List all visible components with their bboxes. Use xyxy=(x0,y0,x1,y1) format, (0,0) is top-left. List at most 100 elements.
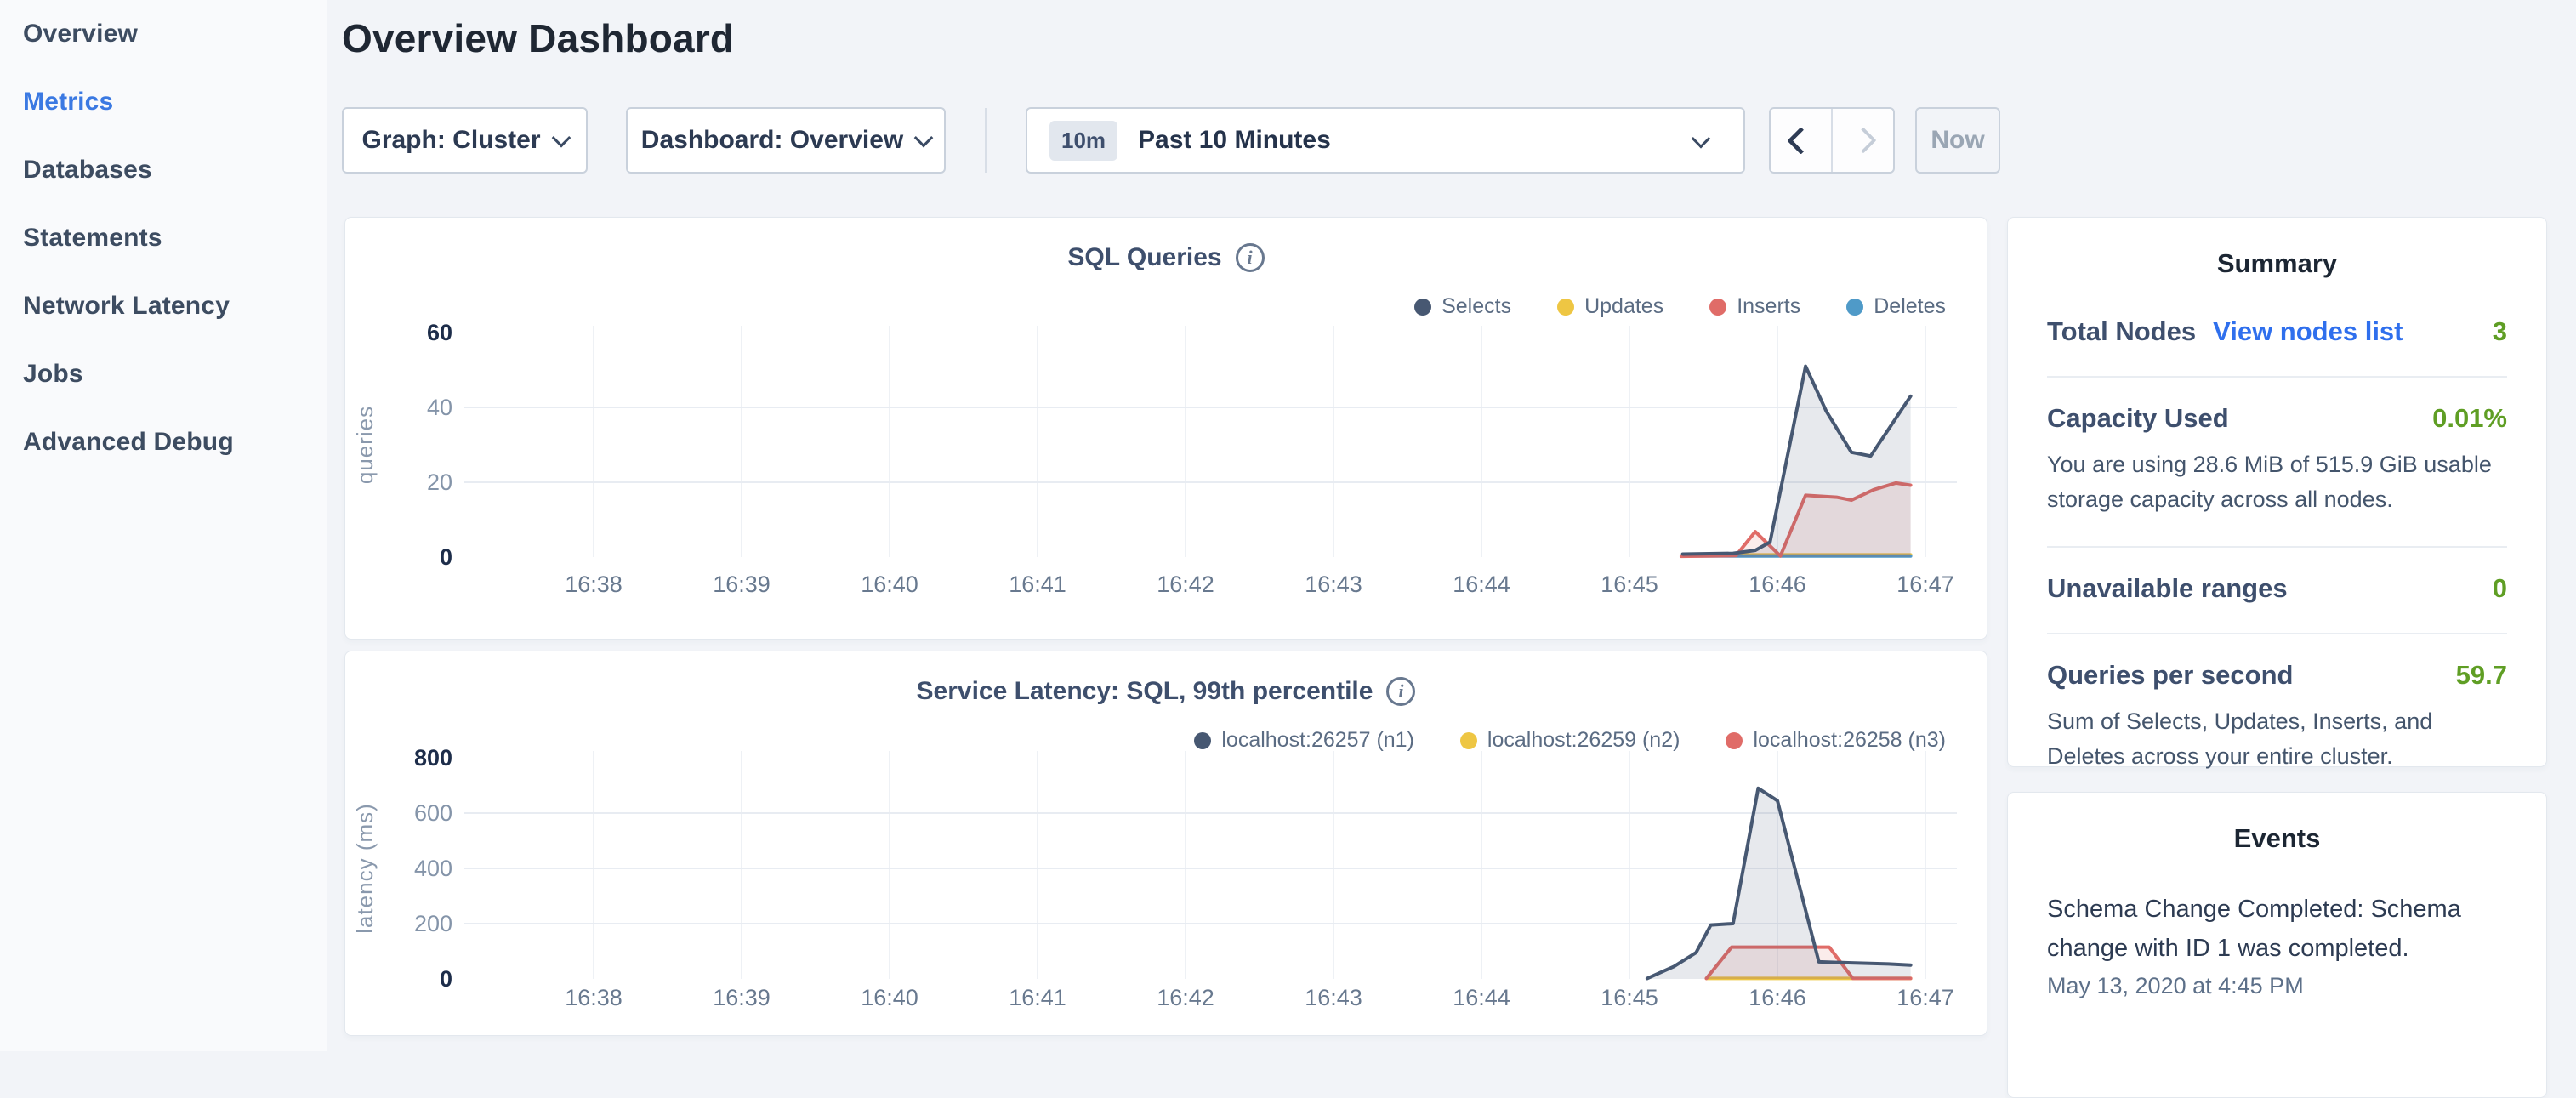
svg-text:60: 60 xyxy=(427,320,452,345)
svg-text:16:41: 16:41 xyxy=(1009,572,1066,597)
svg-text:16:46: 16:46 xyxy=(1749,985,1806,1010)
service-latency-chart[interactable]: 16:3816:3916:4016:4116:4216:4316:4416:45… xyxy=(345,651,1988,1037)
now-button[interactable]: Now xyxy=(1915,107,2000,174)
sql-queries-chart[interactable]: 16:3816:3916:4016:4116:4216:4316:4416:45… xyxy=(345,218,1988,640)
svg-text:16:38: 16:38 xyxy=(565,985,623,1010)
svg-text:16:40: 16:40 xyxy=(861,985,918,1010)
sidebar: OverviewMetricsDatabasesStatementsNetwor… xyxy=(0,0,327,1051)
time-range-badge: 10m xyxy=(1049,121,1117,161)
summary-row: Capacity Used 0.01% You are using 28.6 MiB… xyxy=(2047,376,2507,546)
legend-label: localhost:26259 (n2) xyxy=(1487,728,1680,753)
summary-row-label: Capacity Used xyxy=(2047,403,2229,434)
info-icon[interactable]: i xyxy=(1386,677,1415,706)
view-nodes-list-link[interactable]: View nodes list xyxy=(2213,316,2403,347)
summary-label-row: Total Nodes View nodes list 3 xyxy=(2047,316,2507,347)
legend-label: Deletes xyxy=(1874,294,1946,319)
legend-item: Updates xyxy=(1557,294,1663,319)
legend-label: localhost:26257 (n1) xyxy=(1221,728,1414,753)
events-panel: Events Schema Change Completed: Schema c… xyxy=(2007,792,2547,1098)
summary-label-row: Capacity Used 0.01% xyxy=(2047,403,2507,434)
dashboard-dropdown-label: Dashboard: Overview xyxy=(641,126,903,155)
events-heading: Events xyxy=(2008,793,2546,871)
summary-row-value: 3 xyxy=(2493,316,2507,347)
summary-heading: Summary xyxy=(2008,218,2546,296)
summary-label-row: Unavailable ranges 0 xyxy=(2047,573,2507,604)
time-back-button[interactable] xyxy=(1771,109,1833,172)
legend-item: Selects xyxy=(1414,294,1511,319)
legend-label: Updates xyxy=(1584,294,1663,319)
sidebar-item-databases[interactable]: Databases xyxy=(0,136,327,204)
summary-row-value: 0 xyxy=(2493,573,2507,604)
svg-text:600: 600 xyxy=(414,800,452,826)
time-nav-buttons xyxy=(1769,107,1895,174)
chart-legend: Selects Updates Inserts Deletes xyxy=(1414,294,1946,319)
legend-item: localhost:26257 (n1) xyxy=(1194,728,1414,753)
graph-dropdown-label: Graph: Cluster xyxy=(361,126,540,155)
svg-text:16:40: 16:40 xyxy=(861,572,918,597)
time-forward-button[interactable] xyxy=(1833,109,1893,172)
svg-text:20: 20 xyxy=(427,469,452,495)
summary-row: Queries per second59.7Sum of Selects, Up… xyxy=(2047,633,2507,803)
info-icon[interactable]: i xyxy=(1236,243,1265,272)
dashboard-dropdown[interactable]: Dashboard: Overview xyxy=(626,107,946,174)
legend-dot-icon xyxy=(1194,732,1211,749)
chevron-down-icon xyxy=(551,128,571,148)
legend-label: Selects xyxy=(1442,294,1511,319)
legend-dot-icon xyxy=(1709,299,1726,316)
svg-text:16:47: 16:47 xyxy=(1896,985,1954,1010)
svg-text:16:45: 16:45 xyxy=(1601,572,1658,597)
sidebar-item-statements[interactable]: Statements xyxy=(0,204,327,272)
summary-row-description: You are using 28.6 MiB of 515.9 GiB usab… xyxy=(2047,447,2507,517)
legend-item: localhost:26258 (n3) xyxy=(1726,728,1946,753)
svg-text:16:47: 16:47 xyxy=(1896,572,1954,597)
summary-row: Total Nodes View nodes list 3 xyxy=(2047,296,2507,376)
svg-text:16:44: 16:44 xyxy=(1453,985,1510,1010)
svg-text:16:45: 16:45 xyxy=(1601,985,1658,1010)
svg-text:16:39: 16:39 xyxy=(713,985,771,1010)
summary-row-value: 59.7 xyxy=(2456,660,2507,691)
svg-text:0: 0 xyxy=(440,544,452,570)
chevron-down-icon xyxy=(914,128,934,148)
summary-row: Unavailable ranges 0 xyxy=(2047,546,2507,633)
legend-dot-icon xyxy=(1414,299,1431,316)
legend-label: Inserts xyxy=(1737,294,1800,319)
legend-item: localhost:26259 (n2) xyxy=(1460,728,1680,753)
svg-text:16:42: 16:42 xyxy=(1157,572,1214,597)
chart-legend: localhost:26257 (n1) localhost:26259 (n2)… xyxy=(1194,728,1946,753)
svg-text:16:39: 16:39 xyxy=(713,572,771,597)
time-range-label: Past 10 Minutes xyxy=(1138,126,1331,155)
event-text: Schema Change Completed: Schema change w… xyxy=(2047,890,2507,968)
svg-text:0: 0 xyxy=(440,966,452,992)
legend-dot-icon xyxy=(1846,299,1863,316)
chevron-down-icon xyxy=(1692,129,1711,149)
toolbar-divider xyxy=(985,108,987,173)
legend-dot-icon xyxy=(1460,732,1477,749)
sql-queries-panel: 16:3816:3916:4016:4116:4216:4316:4416:45… xyxy=(344,217,1987,640)
chart-title: Service Latency: SQL, 99th percentile xyxy=(917,677,1373,706)
service-latency-panel: 16:3816:3916:4016:4116:4216:4316:4416:45… xyxy=(344,651,1987,1036)
event-timestamp: May 13, 2020 at 4:45 PM xyxy=(2047,973,2507,999)
summary-row-value: 0.01% xyxy=(2432,403,2507,434)
summary-panel: Summary Total Nodes View nodes list 3 Capac… xyxy=(2007,217,2547,767)
sidebar-item-jobs[interactable]: Jobs xyxy=(0,340,327,408)
graph-dropdown[interactable]: Graph: Cluster xyxy=(342,107,588,174)
svg-text:16:42: 16:42 xyxy=(1157,985,1214,1010)
summary-row-label: Unavailable ranges xyxy=(2047,573,2288,604)
svg-text:200: 200 xyxy=(414,911,452,936)
sidebar-item-overview[interactable]: Overview xyxy=(0,0,327,68)
svg-text:16:41: 16:41 xyxy=(1009,985,1066,1010)
legend-dot-icon xyxy=(1557,299,1574,316)
summary-row-label: Total Nodes xyxy=(2047,316,2196,347)
svg-text:latency (ms): latency (ms) xyxy=(352,803,378,934)
legend-item: Deletes xyxy=(1846,294,1946,319)
svg-text:16:43: 16:43 xyxy=(1305,572,1362,597)
svg-text:40: 40 xyxy=(427,395,452,420)
event-item: Schema Change Completed: Schema change w… xyxy=(2047,890,2507,999)
chart-title: SQL Queries xyxy=(1067,243,1221,272)
svg-text:16:38: 16:38 xyxy=(565,572,623,597)
sidebar-item-network-latency[interactable]: Network Latency xyxy=(0,272,327,340)
sidebar-item-advanced-debug[interactable]: Advanced Debug xyxy=(0,408,327,476)
sidebar-item-metrics[interactable]: Metrics xyxy=(0,68,327,136)
chevron-left-icon xyxy=(1787,127,1815,155)
time-range-selector[interactable]: 10m Past 10 Minutes xyxy=(1026,107,1745,174)
